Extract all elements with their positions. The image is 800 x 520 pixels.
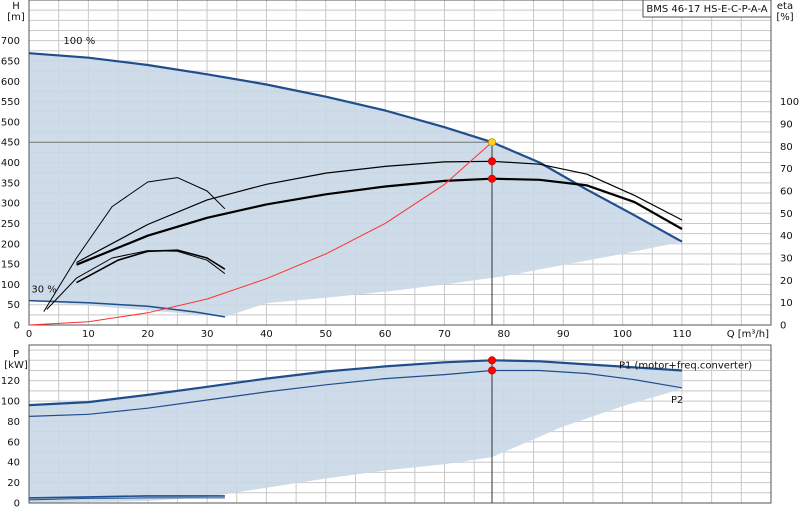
- x-tick-label: 20: [141, 329, 154, 340]
- x-tick-label: 110: [672, 329, 691, 340]
- annotation: 100 %: [63, 36, 95, 47]
- x-tick-label: 70: [438, 329, 451, 340]
- x-tick-label: 30: [201, 329, 214, 340]
- y-tick-label: 0: [14, 321, 20, 332]
- y-tick-label: 700: [1, 36, 20, 47]
- y2-tick-label: 10: [780, 298, 793, 309]
- qh-chart: 0501001502002503003504004505005506006507…: [1, 0, 799, 340]
- y-tick-label: 0: [14, 499, 20, 510]
- y-tick-label: 120: [1, 376, 20, 387]
- duty-marker-1: [488, 366, 497, 375]
- x-tick-label: 0: [26, 329, 32, 340]
- duty-marker-2: [488, 174, 497, 183]
- y2-tick-label: 30: [780, 253, 793, 264]
- x-tick-label: 60: [379, 329, 392, 340]
- series-label-P2: P2: [671, 395, 683, 406]
- qh-y-axis-label: H [m]: [7, 1, 25, 23]
- y-tick-label: 150: [1, 260, 20, 271]
- qh-x-axis-label: Q [m³/h]: [727, 329, 769, 340]
- x-tick-label: 90: [557, 329, 570, 340]
- y2-tick-label: 20: [780, 276, 793, 287]
- annotation: 30 %: [31, 285, 56, 296]
- y-tick-label: 300: [1, 199, 20, 210]
- x-tick-label: 100: [613, 329, 632, 340]
- y2-tick-label: 70: [780, 164, 793, 175]
- y-tick-label: 20: [7, 478, 20, 489]
- duty-marker-0: [488, 138, 497, 147]
- power-y-axis-label: P [kW]: [4, 349, 28, 371]
- y2-tick-label: 90: [780, 119, 793, 130]
- y-tick-label: 600: [1, 77, 20, 88]
- x-tick-label: 50: [319, 329, 332, 340]
- qh-y2-axis-label: eta [%]: [776, 1, 793, 23]
- pump-curve-chart: 0501001502002503003504004505005506006507…: [1, 0, 799, 510]
- y2-tick-label: 100: [780, 97, 799, 108]
- y-tick-label: 650: [1, 56, 20, 67]
- y2-tick-label: 80: [780, 142, 793, 153]
- x-tick-label: 80: [498, 329, 511, 340]
- y-tick-label: 80: [7, 417, 20, 428]
- y-tick-label: 400: [1, 158, 20, 169]
- y-tick-label: 40: [7, 458, 20, 469]
- y-tick-label: 450: [1, 138, 20, 149]
- y-tick-label: 250: [1, 219, 20, 230]
- y-tick-label: 200: [1, 239, 20, 250]
- x-tick-label: 10: [82, 329, 95, 340]
- chart-title: BMS 46-17 HS-E-C-P-A-A: [646, 4, 767, 15]
- x-tick-label: 40: [260, 329, 273, 340]
- y-tick-label: 50: [7, 300, 20, 311]
- y-tick-label: 550: [1, 97, 20, 108]
- y-tick-label: 500: [1, 117, 20, 128]
- y2-tick-label: 40: [780, 231, 793, 242]
- power-chart: 0 20 40 60 80 100 120 P [kW] P1 (motor+freq.conve…: [1, 344, 772, 510]
- y2-tick-label: 0: [780, 321, 786, 332]
- y-tick-label: 100: [1, 397, 20, 408]
- duty-marker-1: [488, 157, 497, 166]
- y2-tick-label: 50: [780, 209, 793, 220]
- y-tick-label: 100: [1, 280, 20, 291]
- series-label-P1: P1 (motor+freq.converter): [619, 360, 752, 371]
- y2-tick-label: 60: [780, 186, 793, 197]
- y-tick-label: 350: [1, 178, 20, 189]
- y-tick-label: 60: [7, 437, 20, 448]
- duty-marker-0: [488, 356, 497, 365]
